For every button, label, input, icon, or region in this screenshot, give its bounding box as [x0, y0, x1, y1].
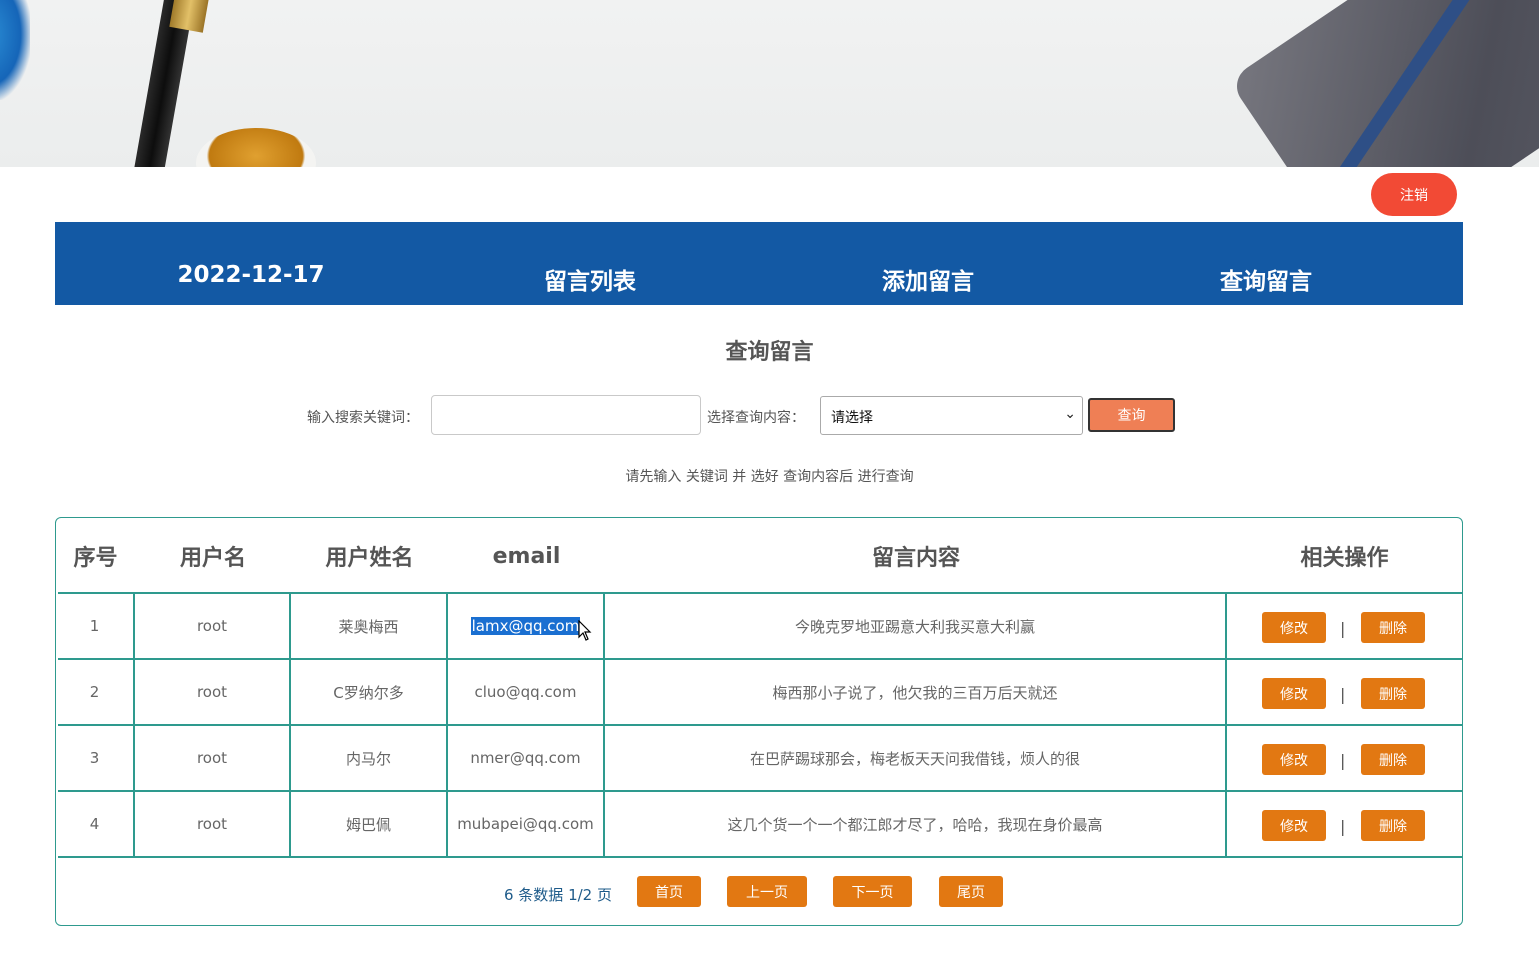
- keyword-input[interactable]: [431, 395, 701, 435]
- header-content: 留言内容: [871, 546, 960, 571]
- paint-decoration: [196, 128, 316, 167]
- header-username: 用户名: [179, 546, 246, 571]
- table-cell-username: root: [196, 815, 228, 833]
- selected-email-text[interactable]: lamx@qq.com: [470, 617, 581, 635]
- header-email: email: [492, 543, 561, 569]
- table-cell-content: 在巴萨踢球那会，梅老板天天问我借钱，烦人的很: [749, 749, 1080, 768]
- header-id: 序号: [73, 546, 118, 571]
- nav-item-add-message[interactable]: 添加留言: [758, 262, 1098, 296]
- table-cell-content: 今晚克罗地亚踢意大利我买意大利赢: [794, 617, 1035, 636]
- edit-button[interactable]: 修改: [1262, 612, 1326, 643]
- notebook-decoration: [1228, 0, 1539, 167]
- table-cell-content: 梅西那小子说了，他欠我的三百万后天就还: [772, 683, 1058, 702]
- content-select[interactable]: 请选择 ⌄: [820, 396, 1083, 435]
- table-cell-content: 这几个货一个一个都江郎才尽了，哈哈，我现在身价最高: [727, 815, 1103, 834]
- table-cell-email: nmer@qq.com: [470, 749, 581, 767]
- table-cell-username: root: [196, 617, 228, 635]
- edit-button[interactable]: 修改: [1262, 810, 1326, 841]
- message-table: 序号 用户名 用户姓名 email 留言内容 相关操作 1 root 莱奥梅西 …: [55, 517, 1463, 926]
- nav-date: 2022-12-17: [177, 262, 325, 288]
- delete-button[interactable]: 删除: [1361, 612, 1425, 643]
- keyword-label: 输入搜索关键词：: [307, 410, 419, 426]
- last-page-button[interactable]: 尾页: [939, 876, 1003, 907]
- action-separator: |: [1340, 685, 1346, 704]
- table-cell-name: C罗纳尔多: [333, 683, 404, 702]
- edit-button[interactable]: 修改: [1262, 678, 1326, 709]
- header-name: 用户姓名: [325, 546, 414, 571]
- table-cell-id: 4: [89, 815, 100, 833]
- table-cell-username: root: [196, 749, 228, 767]
- table-cell-username: root: [196, 683, 228, 701]
- action-separator: |: [1340, 817, 1346, 836]
- pen-ring-decoration: [169, 0, 209, 33]
- table-cell-id: 2: [89, 683, 100, 701]
- column-divider: [1225, 594, 1227, 856]
- action-separator: |: [1340, 619, 1346, 638]
- page-title: 查询留言: [725, 340, 814, 365]
- table-cell-name: 内马尔: [345, 749, 391, 768]
- chevron-down-icon: ⌄: [1064, 406, 1076, 422]
- search-hint: 请先输入 关键词 并 选好 查询内容后 进行查询: [625, 469, 914, 485]
- nav-bar: 2022-12-17 留言列表 添加留言 查询留言: [55, 222, 1463, 305]
- table-cell-name: 莱奥梅西: [338, 617, 399, 636]
- table-cell-email: cluo@qq.com: [474, 683, 577, 701]
- delete-button[interactable]: 删除: [1361, 744, 1425, 775]
- prev-page-button[interactable]: 上一页: [727, 876, 807, 907]
- table-cell-id: 3: [89, 749, 100, 767]
- action-separator: |: [1340, 751, 1346, 770]
- pagination-info: 6 条数据 1/2 页: [504, 886, 612, 904]
- first-page-button[interactable]: 首页: [637, 876, 701, 907]
- table-cell-name: 姆巴佩: [345, 815, 391, 834]
- nav-item-message-list[interactable]: 留言列表: [420, 262, 760, 296]
- mouse-cursor-icon: [578, 620, 592, 641]
- content-select-label: 选择查询内容：: [707, 410, 805, 426]
- table-cell-id: 1: [89, 617, 100, 635]
- header-banner-image: [0, 0, 1539, 167]
- delete-button[interactable]: 删除: [1361, 678, 1425, 709]
- content-select-value: 请选择: [831, 410, 873, 426]
- brush-decoration: [0, 0, 30, 100]
- logout-button[interactable]: 注销: [1371, 173, 1457, 216]
- delete-button[interactable]: 删除: [1361, 810, 1425, 841]
- edit-button[interactable]: 修改: [1262, 744, 1326, 775]
- row-divider: [58, 856, 1462, 858]
- header-actions: 相关操作: [1300, 546, 1389, 571]
- query-button[interactable]: 查询: [1088, 398, 1175, 432]
- table-cell-email: mubapei@qq.com: [457, 815, 594, 833]
- next-page-button[interactable]: 下一页: [833, 876, 912, 907]
- nav-item-query-message[interactable]: 查询留言: [1096, 262, 1436, 296]
